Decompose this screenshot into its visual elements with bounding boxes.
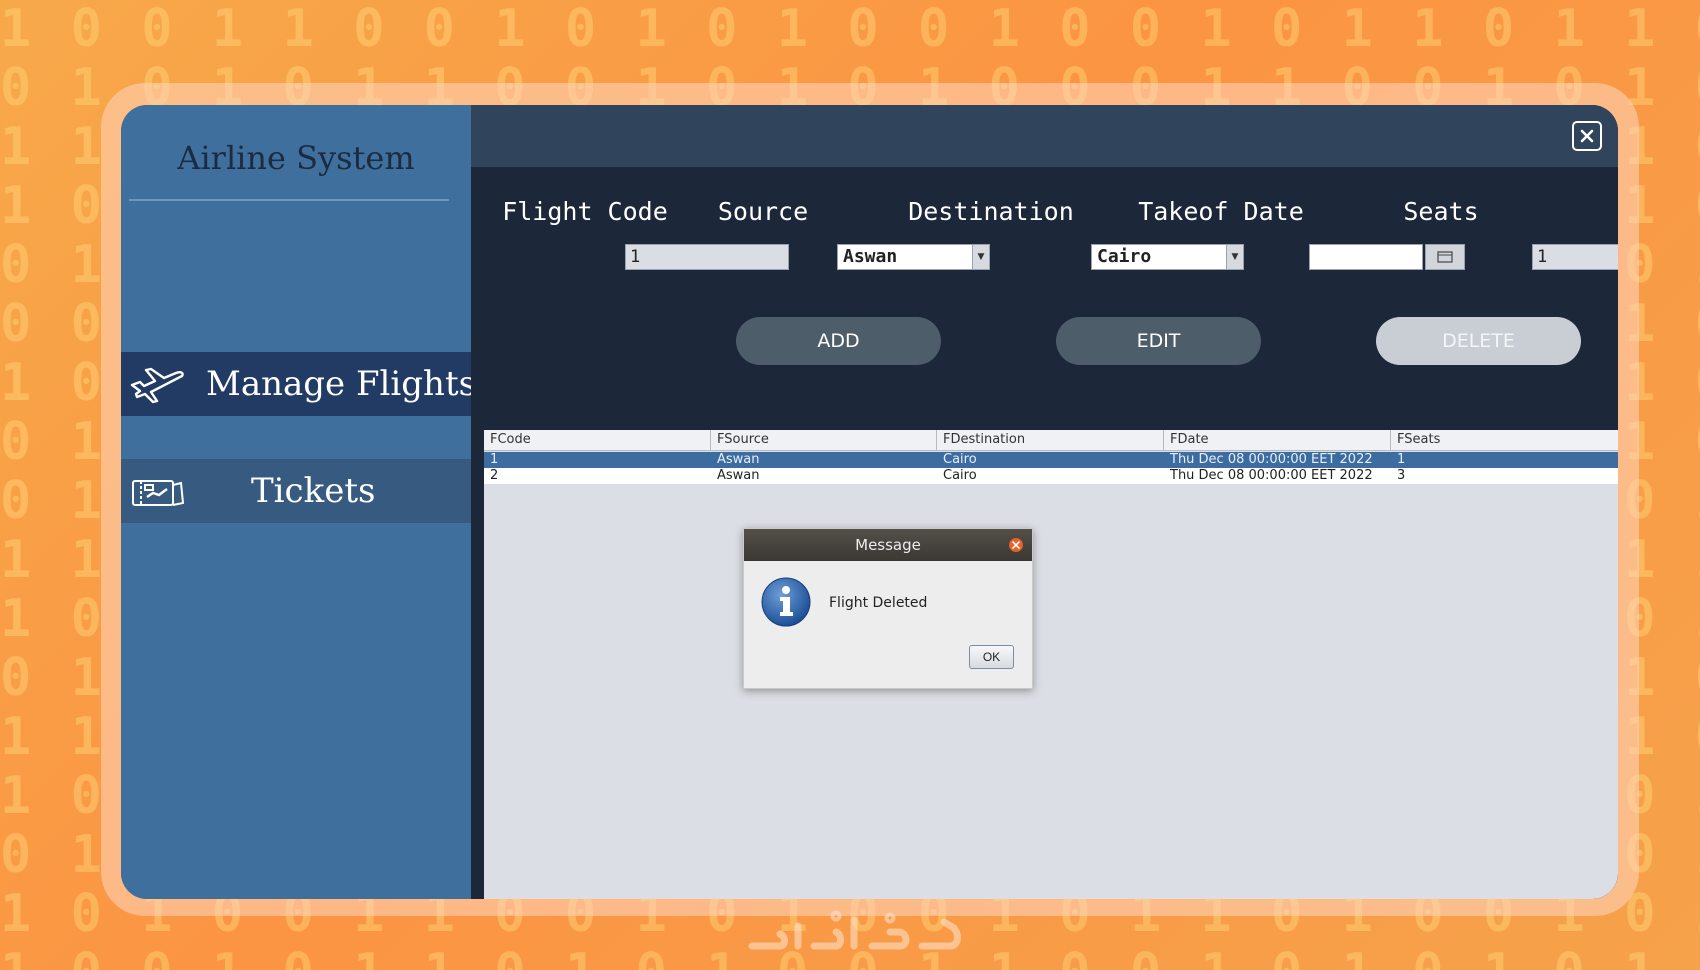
column-header-fsource[interactable]: FSource (711, 430, 937, 450)
sidebar: Airline System Manage Flights Tickets (121, 105, 476, 899)
destination-selected-value: Cairo (1097, 246, 1152, 267)
cell-fdate: Thu Dec 08 00:00:00 EET 2022 (1170, 452, 1373, 467)
app-window: Airline System Manage Flights Tickets Fl… (121, 105, 1618, 899)
chevron-down-icon: ▼ (1226, 245, 1243, 269)
column-header-fdate[interactable]: FDate (1164, 430, 1391, 450)
takeoff-date-input[interactable] (1309, 244, 1423, 270)
column-header-fcode[interactable]: FCode (484, 430, 711, 450)
close-icon (1580, 129, 1594, 143)
column-header-fseats[interactable]: FSeats (1391, 430, 1618, 450)
nav-label-tickets: Tickets (251, 471, 376, 511)
table-row[interactable]: 1 Aswan Cairo Thu Dec 08 00:00:00 EET 20… (484, 452, 1618, 468)
info-icon (761, 577, 811, 627)
message-dialog: Message Flight Deleted OK (743, 528, 1033, 689)
ok-button[interactable]: OK (969, 645, 1014, 669)
flights-table: FCode FSource FDestination FDate FSeats … (484, 430, 1618, 899)
nav-tickets[interactable]: Tickets (121, 459, 471, 523)
nav-manage-flights[interactable]: Manage Flights (121, 352, 476, 416)
flight-code-label: Flight Code (502, 197, 668, 226)
cell-fcode: 1 (490, 452, 499, 467)
cell-fsource: Aswan (717, 468, 760, 483)
dialog-message: Flight Deleted (829, 595, 928, 611)
cell-fseats: 1 (1397, 452, 1406, 467)
destination-label: Destination (908, 197, 1074, 226)
edit-button[interactable]: EDIT (1056, 317, 1261, 365)
dialog-title: Message (744, 529, 1032, 561)
dialog-close-button[interactable] (1009, 538, 1023, 552)
top-bar (471, 105, 1618, 167)
seats-label: Seats (1403, 197, 1479, 226)
airplane-icon (130, 367, 184, 404)
calendar-icon (1437, 251, 1453, 263)
add-button[interactable]: ADD (736, 317, 941, 365)
ticket-icon (132, 480, 185, 506)
seats-input[interactable] (1532, 244, 1618, 270)
source-dropdown[interactable]: Aswan ▼ (837, 244, 990, 270)
column-header-fdestination[interactable]: FDestination (937, 430, 1164, 450)
destination-dropdown[interactable]: Cairo ▼ (1091, 244, 1244, 270)
watermark-logo (748, 910, 961, 950)
cell-fdestination: Cairo (943, 468, 977, 483)
cell-fcode: 2 (490, 468, 499, 483)
table-header: FCode FSource FDestination FDate FSeats (484, 430, 1618, 451)
source-selected-value: Aswan (843, 246, 898, 267)
title-divider (129, 199, 449, 201)
takeoff-date-label: Takeof Date (1138, 197, 1304, 226)
app-title: Airline System (177, 139, 415, 177)
cell-fdestination: Cairo (943, 452, 977, 467)
cell-fsource: Aswan (717, 452, 760, 467)
source-label: Source (717, 197, 809, 226)
date-picker-button[interactable] (1425, 244, 1465, 270)
flight-code-input[interactable] (625, 244, 789, 270)
delete-button[interactable]: DELETE (1376, 317, 1581, 365)
cell-fseats: 3 (1397, 468, 1406, 483)
table-row[interactable]: 2 Aswan Cairo Thu Dec 08 00:00:00 EET 20… (484, 468, 1618, 484)
chevron-down-icon: ▼ (972, 245, 989, 269)
cell-fdate: Thu Dec 08 00:00:00 EET 2022 (1170, 468, 1373, 483)
close-icon (1012, 541, 1020, 549)
nav-label-manage-flights: Manage Flights (206, 364, 477, 404)
close-button[interactable] (1572, 121, 1602, 151)
